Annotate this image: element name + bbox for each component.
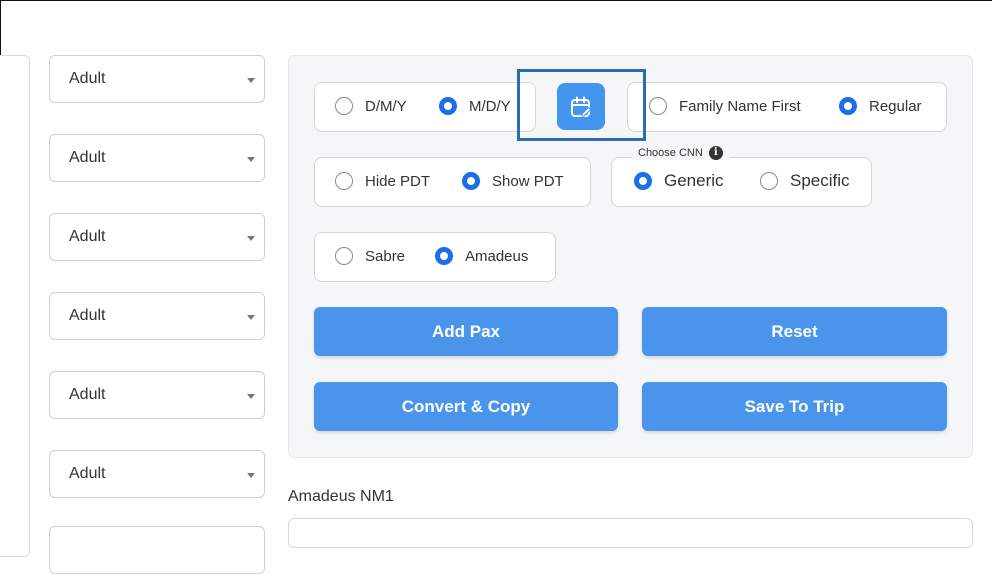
select-value: Adult — [69, 228, 106, 245]
passenger-type-select[interactable]: Adult — [49, 55, 265, 103]
select-value: Adult — [69, 70, 106, 87]
gds-group: Sabre Amadeus — [314, 232, 556, 282]
radio-sabre[interactable]: Sabre — [335, 247, 405, 265]
radio-circle — [760, 172, 778, 190]
window-frame-top — [0, 0, 992, 1]
cnn-legend: Choose CNN i — [632, 146, 729, 160]
left-panel — [0, 55, 30, 557]
caret-down-icon — [247, 315, 255, 320]
caret-down-icon — [247, 473, 255, 478]
passenger-type-select[interactable]: Adult — [49, 371, 265, 419]
pdt-group: Hide PDT Show PDT — [314, 157, 591, 207]
passenger-type-select[interactable] — [49, 526, 265, 574]
save-to-trip-button[interactable]: Save To Trip — [642, 382, 947, 431]
passenger-type-select[interactable]: Adult — [49, 450, 265, 498]
radio-amadeus[interactable]: Amadeus — [435, 247, 528, 265]
caret-down-icon — [247, 157, 255, 162]
radio-label: Show PDT — [492, 172, 564, 190]
radio-circle-selected — [435, 247, 453, 265]
info-icon[interactable]: i — [708, 146, 723, 160]
caret-down-icon — [247, 394, 255, 399]
select-value: Adult — [69, 386, 106, 403]
radio-family-name-first[interactable]: Family Name First — [649, 97, 801, 115]
output-label: Amadeus NM1 — [288, 488, 394, 505]
date-format-group: D/M/Y M/D/Y — [314, 82, 536, 132]
name-order-group: Family Name First Regular — [627, 82, 947, 132]
cnn-group: Generic Specific — [611, 157, 872, 207]
radio-label: Specific — [790, 171, 850, 190]
radio-specific[interactable]: Specific — [760, 171, 850, 191]
radio-regular[interactable]: Regular — [839, 97, 922, 115]
radio-circle — [335, 97, 353, 115]
passenger-type-select[interactable]: Adult — [49, 134, 265, 182]
radio-label: Hide PDT — [365, 172, 431, 190]
radio-circle — [335, 172, 353, 190]
radio-label: Sabre — [365, 247, 406, 265]
radio-show-pdt[interactable]: Show PDT — [462, 172, 564, 190]
select-value: Adult — [69, 307, 106, 324]
select-value: Adult — [69, 465, 106, 482]
radio-circle-selected — [839, 97, 857, 115]
radio-label: Generic — [664, 171, 724, 190]
radio-hide-pdt[interactable]: Hide PDT — [335, 172, 430, 190]
radio-circle — [335, 247, 353, 265]
radio-label: Regular — [869, 97, 922, 115]
radio-label: Amadeus — [465, 247, 529, 265]
output-textarea[interactable] — [288, 518, 973, 548]
radio-label: M/D/Y — [469, 97, 511, 115]
radio-label: Family Name First — [679, 97, 801, 115]
caret-down-icon — [247, 78, 255, 83]
cnn-legend-text: Choose CNN — [638, 147, 703, 159]
radio-circle — [649, 97, 667, 115]
radio-label: D/M/Y — [365, 97, 407, 115]
radio-circle-selected — [439, 97, 457, 115]
passenger-type-select[interactable]: Adult — [49, 292, 265, 340]
select-value: Adult — [69, 149, 106, 166]
radio-mdy[interactable]: M/D/Y — [439, 97, 511, 115]
radio-dmy[interactable]: D/M/Y — [335, 97, 407, 115]
radio-generic[interactable]: Generic — [634, 171, 724, 191]
radio-circle-selected — [634, 172, 652, 190]
convert-copy-button[interactable]: Convert & Copy — [314, 382, 618, 431]
reset-button[interactable]: Reset — [642, 307, 947, 356]
radio-circle-selected — [462, 172, 480, 190]
focus-highlight-box — [517, 69, 646, 141]
add-pax-button[interactable]: Add Pax — [314, 307, 618, 356]
caret-down-icon — [247, 236, 255, 241]
passenger-type-select[interactable]: Adult — [49, 213, 265, 261]
